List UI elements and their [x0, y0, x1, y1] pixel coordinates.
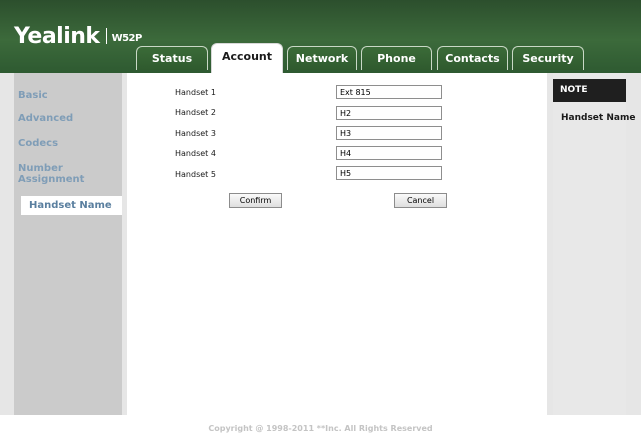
sidebar-item-basic[interactable]: Basic [18, 90, 48, 101]
cancel-button[interactable]: Cancel [394, 193, 447, 208]
handset-1-label: Handset 1 [175, 88, 216, 97]
tab-phone[interactable]: Phone [361, 46, 432, 70]
handset-5-label: Handset 5 [175, 170, 216, 179]
sidebar-item-assignment[interactable]: Assignment [18, 174, 84, 185]
brand-name: Yealink [14, 24, 100, 49]
yealink-logo: Yealink W52P [14, 24, 142, 49]
handset-2-label: Handset 2 [175, 108, 216, 117]
handset-1-input[interactable] [336, 85, 442, 99]
handset-5-input[interactable] [336, 166, 442, 180]
sidebar-item-number[interactable]: Number [18, 163, 63, 174]
handset-2-input[interactable] [336, 106, 442, 120]
handset-4-input[interactable] [336, 146, 442, 160]
sidebar-item-codecs[interactable]: Codecs [18, 138, 58, 149]
tab-security[interactable]: Security [512, 46, 584, 70]
note-panel [553, 73, 626, 415]
handset-3-label: Handset 3 [175, 129, 216, 138]
logo-divider [105, 28, 107, 44]
tab-contacts[interactable]: Contacts [437, 46, 508, 70]
confirm-button[interactable]: Confirm [229, 193, 282, 208]
tab-status[interactable]: Status [136, 46, 208, 70]
sidebar-item-advanced[interactable]: Advanced [18, 113, 73, 124]
brand-model: W52P [111, 33, 143, 44]
note-title: Handset Name [561, 113, 636, 123]
note-header: NOTE [553, 79, 626, 102]
main-panel [127, 73, 547, 415]
handset-3-input[interactable] [336, 126, 442, 140]
handset-4-label: Handset 4 [175, 149, 216, 158]
copyright-footer: Copyright @ 1998-2011 **Inc. All Rights … [208, 424, 433, 433]
tab-network[interactable]: Network [287, 46, 357, 70]
tab-account[interactable]: Account [211, 43, 283, 73]
sidebar [14, 73, 122, 415]
sidebar-item-handset-name[interactable]: Handset Name [21, 196, 122, 215]
